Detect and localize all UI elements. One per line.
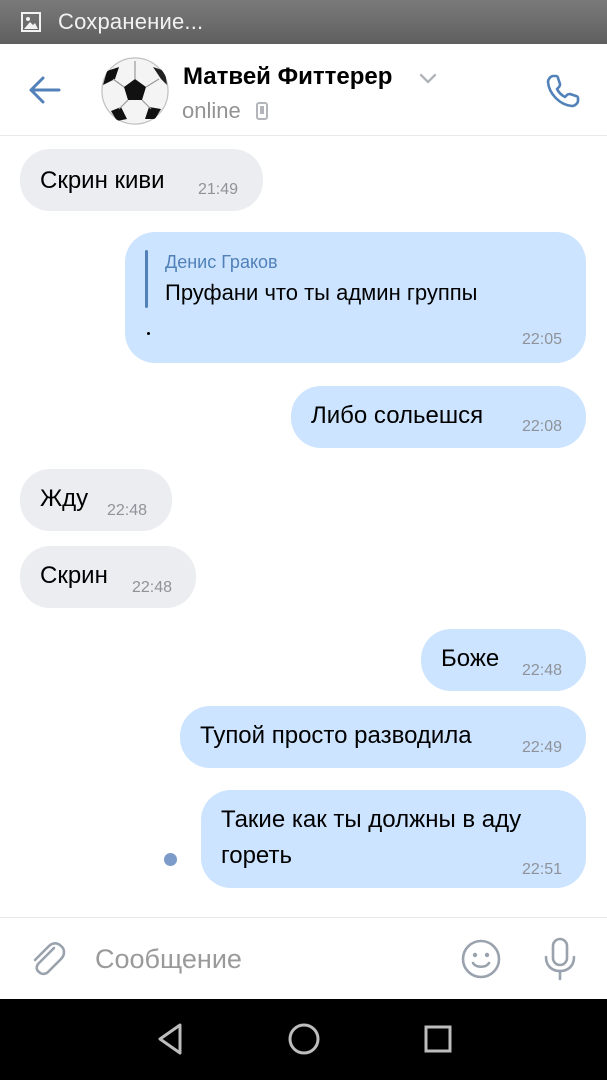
image-save-icon (21, 12, 41, 32)
message-bubble-outgoing[interactable]: Тупой просто разводила 22:49 (180, 706, 586, 768)
message-bubble-outgoing[interactable]: Боже 22:48 (421, 629, 586, 691)
message-text: Скрин киви (40, 167, 165, 194)
paperclip-icon[interactable] (26, 938, 68, 980)
message-list[interactable]: Скрин киви 21:49 Денис Граков Пруфани чт… (0, 137, 607, 917)
recents-square-icon[interactable] (418, 1019, 458, 1059)
contact-name[interactable]: Матвей Фиттерер (183, 63, 392, 91)
arrow-left-icon (29, 76, 61, 104)
message-text-line-1: Такие как ты должны в аду (221, 806, 522, 833)
status-bar-text: Сохранение... (58, 9, 204, 34)
message-time: 22:49 (522, 739, 563, 756)
message-text (147, 332, 150, 335)
message-text: Жду (40, 485, 89, 512)
chat-header: Матвей Фиттерер online (0, 44, 607, 136)
avatar[interactable] (101, 57, 169, 125)
phone-icon (546, 74, 580, 108)
reply-text: Пруфани что ты админ группы (165, 280, 478, 305)
message-time: 22:51 (522, 861, 563, 878)
soccer-ball-avatar (101, 57, 169, 125)
call-button[interactable] (540, 68, 586, 114)
message-bubble-outgoing[interactable]: Такие как ты должны в аду гореть 22:51 (201, 790, 586, 888)
message-time: 22:08 (522, 418, 563, 435)
mobile-icon (256, 102, 268, 120)
home-circle-icon[interactable] (284, 1019, 324, 1059)
message-text: Тупой просто разводила (200, 722, 472, 749)
message-time: 22:05 (522, 331, 563, 348)
status-bar: Сохранение... (0, 0, 607, 44)
reply-author[interactable]: Денис Граков (165, 252, 278, 273)
message-time: 22:48 (522, 662, 563, 679)
message-bubble-incoming[interactable]: Скрин киви 21:49 (20, 149, 263, 211)
back-button[interactable] (24, 70, 66, 110)
chevron-down-icon[interactable] (418, 72, 438, 86)
system-navigation-bar (0, 999, 607, 1080)
contact-status: online (182, 98, 241, 123)
message-time: 22:48 (132, 579, 173, 596)
message-text-line-2: гореть (221, 842, 292, 869)
message-input[interactable] (95, 936, 435, 982)
unread-indicator (164, 853, 177, 866)
message-bubble-outgoing[interactable]: Либо сольешся 22:08 (291, 386, 586, 448)
message-bubble-incoming[interactable]: Скрин 22:48 (20, 546, 196, 608)
message-bubble-outgoing[interactable]: Денис Граков Пруфани что ты админ группы… (125, 232, 586, 363)
microphone-icon[interactable] (540, 936, 580, 982)
message-text: Боже (441, 645, 500, 672)
smiley-icon[interactable] (460, 938, 502, 980)
message-composer (0, 917, 607, 999)
reply-quote-bar (145, 250, 148, 308)
message-time: 22:48 (107, 502, 148, 519)
message-text: Скрин (40, 562, 108, 589)
message-bubble-incoming[interactable]: Жду 22:48 (20, 469, 172, 531)
message-text: Либо сольешся (311, 402, 484, 429)
message-time: 21:49 (198, 181, 239, 198)
back-triangle-icon[interactable] (150, 1019, 190, 1059)
